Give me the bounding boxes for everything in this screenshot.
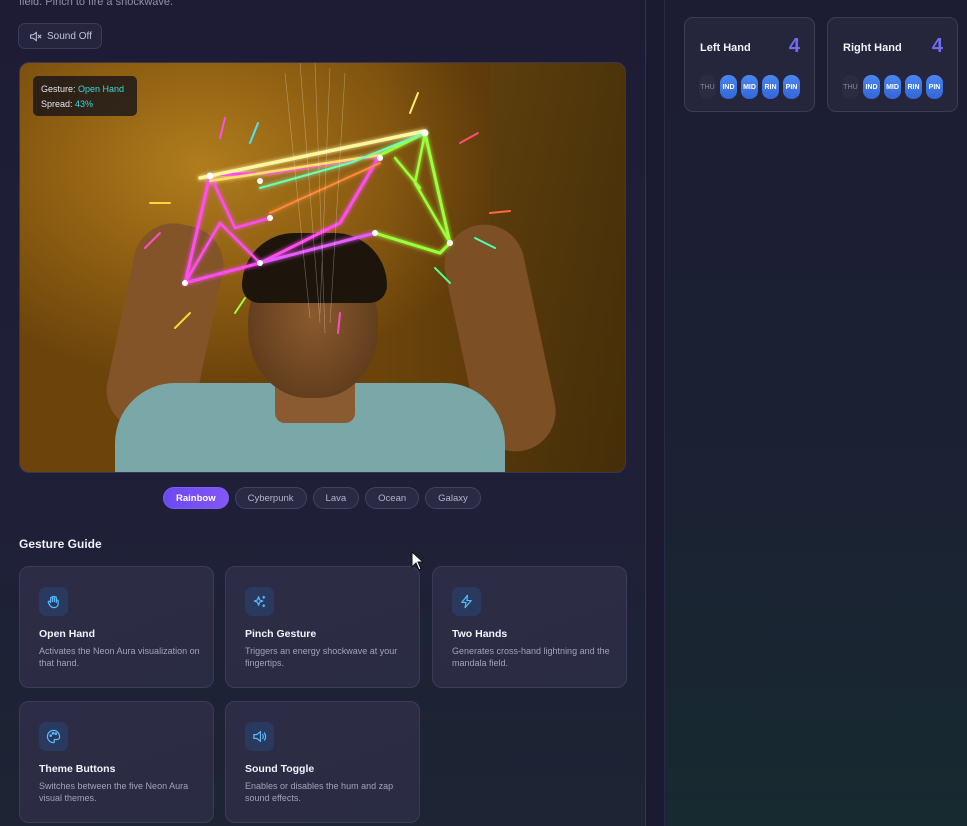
hand-title: Right Hand [843, 42, 902, 54]
gesture-label: Gesture: [41, 84, 76, 94]
card-title: Sound Toggle [245, 763, 315, 775]
left-hand-status-card: Left Hand 4 THU IND MID RIN PIN [684, 17, 815, 112]
theme-selector: Rainbow Cyberpunk Lava Ocean Galaxy [163, 487, 481, 509]
left-panel: field. Pinch to fire a shockwave. Sound … [0, 0, 645, 826]
panel-divider [645, 0, 665, 826]
finger-index: IND [720, 75, 737, 99]
finger-count: 4 [931, 35, 943, 57]
theme-button-cyberpunk[interactable]: Cyberpunk [234, 487, 307, 509]
finger-ring: RIN [905, 75, 922, 99]
finger-ring: RIN [762, 75, 779, 99]
lightning-icon [461, 594, 472, 609]
theme-button-rainbow[interactable]: Rainbow [163, 487, 229, 509]
sound-toggle-label: Sound Off [47, 30, 92, 42]
speaker-icon [253, 730, 267, 743]
palette-icon [46, 729, 61, 744]
right-hand-status-card: Right Hand 4 THU IND MID RIN PIN [827, 17, 958, 112]
theme-button-lava[interactable]: Lava [312, 487, 360, 509]
card-title: Theme Buttons [39, 763, 116, 775]
finger-count: 4 [788, 35, 800, 57]
guide-card-sound-toggle: Sound Toggle Enables or disables the hum… [225, 701, 420, 823]
sound-toggle-button[interactable]: Sound Off [18, 23, 102, 49]
spread-label: Spread: [41, 99, 73, 109]
sparkles-icon [253, 595, 266, 608]
finger-index: IND [863, 75, 880, 99]
card-title: Open Hand [39, 628, 96, 640]
gesture-guide-title: Gesture Guide [19, 537, 102, 551]
speaker-muted-icon [30, 30, 42, 42]
gesture-value: Open Hand [78, 84, 125, 94]
right-panel: Left Hand 4 THU IND MID RIN PIN Right Ha… [665, 0, 967, 826]
hand-icon [47, 595, 59, 609]
card-description: Generates cross-hand lightning and the m… [452, 646, 610, 668]
spread-value: 43% [75, 99, 94, 109]
theme-button-ocean[interactable]: Ocean [365, 487, 420, 509]
mouse-cursor-icon [411, 551, 425, 571]
finger-middle: MID [741, 75, 758, 99]
finger-middle: MID [884, 75, 901, 99]
neon-hand-overlay [144, 63, 511, 334]
finger-thumb: THU [842, 75, 859, 99]
card-description: Triggers an energy shockwave at your fin… [245, 646, 398, 668]
webcam-video-feed: Gesture: Open Hand Spread: 43% [19, 62, 626, 473]
finger-thumb: THU [699, 75, 716, 99]
card-title: Pinch Gesture [245, 628, 317, 640]
finger-indicators: THU IND MID RIN PIN [699, 75, 800, 99]
hand-title: Left Hand [700, 42, 751, 54]
guide-card-pinch-gesture: Pinch Gesture Triggers an energy shockwa… [225, 566, 420, 688]
guide-card-two-hands: Two Hands Generates cross-hand lightning… [432, 566, 627, 688]
guide-card-open-hand: Open Hand Activates the Neon Aura visual… [19, 566, 214, 688]
card-description: Enables or disables the hum and zap soun… [245, 781, 394, 803]
finger-pinky: PIN [783, 75, 800, 99]
guide-card-theme-buttons: Theme Buttons Switches between the five … [19, 701, 214, 823]
card-description: Switches between the five Neon Aura visu… [39, 781, 189, 803]
finger-indicators: THU IND MID RIN PIN [842, 75, 943, 99]
intro-text: field. Pinch to fire a shockwave. [19, 0, 174, 8]
finger-pinky: PIN [926, 75, 943, 99]
theme-button-galaxy[interactable]: Galaxy [425, 487, 481, 509]
card-title: Two Hands [452, 628, 508, 640]
card-description: Activates the Neon Aura visualization on… [39, 646, 200, 668]
gesture-hud: Gesture: Open Hand Spread: 43% [33, 76, 137, 116]
